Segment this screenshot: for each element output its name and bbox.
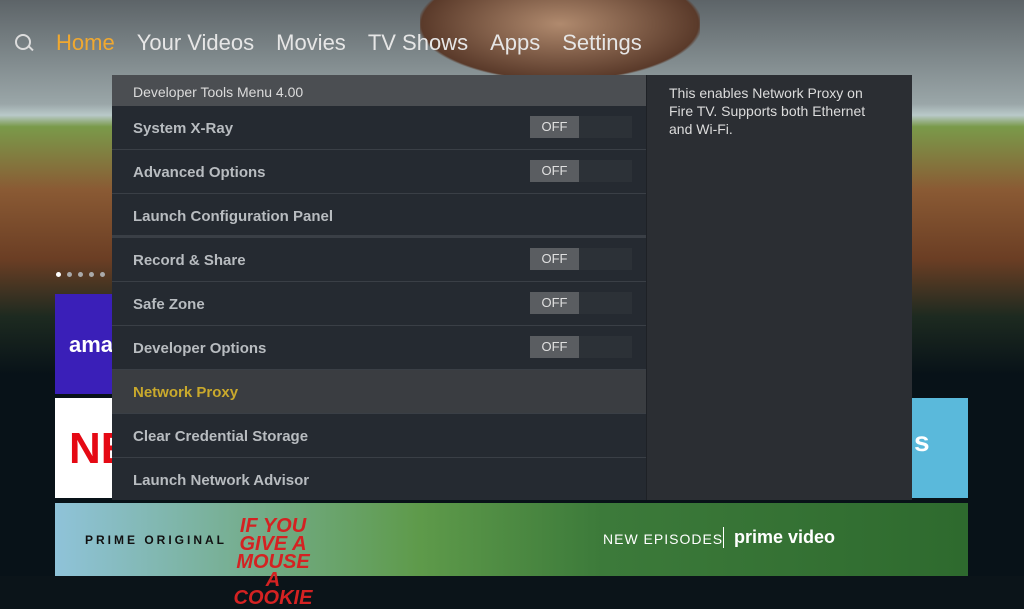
menu-title: Developer Tools Menu 4.00 xyxy=(112,75,646,106)
toggle-state: OFF xyxy=(530,116,579,138)
toggle[interactable]: OFF xyxy=(530,116,632,138)
toggle-state: OFF xyxy=(530,248,579,270)
top-nav: Home Your Videos Movies TV Shows Apps Se… xyxy=(14,30,642,56)
nav-your-videos[interactable]: Your Videos xyxy=(137,30,254,56)
menu-item-clear-credential-storage[interactable]: Clear Credential Storage xyxy=(112,414,646,458)
toggle-state: OFF xyxy=(530,336,579,358)
menu-item-safe-zone[interactable]: Safe Zone OFF xyxy=(112,282,646,326)
item-label: Advanced Options xyxy=(133,164,266,181)
menu-item-record-share[interactable]: Record & Share OFF xyxy=(112,238,646,282)
app-tile[interactable]: s xyxy=(908,398,968,498)
nav-settings[interactable]: Settings xyxy=(562,30,642,56)
item-label: Launch Network Advisor xyxy=(133,472,310,489)
toggle[interactable]: OFF xyxy=(530,292,632,314)
search-icon[interactable] xyxy=(14,33,34,53)
item-label: Developer Options xyxy=(133,340,267,357)
show-logo: IF YOU GIVE A MOUSE A COOKIE xyxy=(233,515,313,609)
toggle[interactable]: OFF xyxy=(530,336,632,358)
menu-item-launch-configuration-panel[interactable]: Launch Configuration Panel xyxy=(112,194,646,238)
toggle[interactable]: OFF xyxy=(530,248,632,270)
toggle-state: OFF xyxy=(530,160,579,182)
nav-home[interactable]: Home xyxy=(56,30,115,56)
toggle-state: OFF xyxy=(530,292,579,314)
prime-video-logo: prime video xyxy=(723,527,835,548)
item-label: Safe Zone xyxy=(133,296,205,313)
item-label: Launch Configuration Panel xyxy=(133,208,334,225)
item-label: Record & Share xyxy=(133,252,246,269)
amazon-tile[interactable]: ama xyxy=(55,294,115,394)
description-text: This enables Network Proxy on Fire TV. S… xyxy=(669,85,866,137)
menu-item-network-proxy[interactable]: Network Proxy xyxy=(112,370,646,414)
new-episodes-label: NEW EPISODES xyxy=(603,531,724,547)
menu-item-advanced-options[interactable]: Advanced Options OFF xyxy=(112,150,646,194)
description-panel: This enables Network Proxy on Fire TV. S… xyxy=(646,75,912,500)
menu-item-launch-network-advisor[interactable]: Launch Network Advisor xyxy=(112,458,646,502)
promo-banner[interactable]: PRIME ORIGINAL IF YOU GIVE A MOUSE A COO… xyxy=(55,503,968,608)
item-label: System X-Ray xyxy=(133,120,234,137)
nav-tv-shows[interactable]: TV Shows xyxy=(368,30,468,56)
prime-original-label: PRIME ORIGINAL xyxy=(85,533,228,547)
item-label: Network Proxy xyxy=(133,384,239,401)
nav-apps[interactable]: Apps xyxy=(490,30,540,56)
carousel-dots xyxy=(56,272,105,277)
toggle[interactable]: OFF xyxy=(530,160,632,182)
item-label: Clear Credential Storage xyxy=(133,428,309,445)
netflix-tile[interactable]: NE xyxy=(55,398,130,498)
menu-item-system-xray[interactable]: System X-Ray OFF xyxy=(112,106,646,150)
developer-tools-menu: Developer Tools Menu 4.00 System X-Ray OF… xyxy=(112,75,646,500)
nav-movies[interactable]: Movies xyxy=(276,30,346,56)
menu-item-developer-options[interactable]: Developer Options OFF xyxy=(112,326,646,370)
